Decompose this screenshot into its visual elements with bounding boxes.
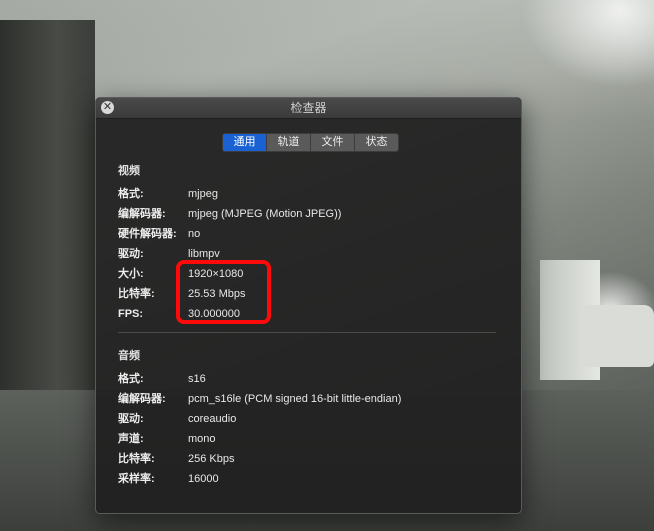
row-value: 16000 (188, 473, 219, 485)
row-value: coreaudio (188, 413, 237, 425)
row-label: 格式: (118, 373, 144, 385)
inspector-window: ✕ 检查器 通用 轨道 文件 状态 视频 格式: mjpeg 编解码器: mjp… (95, 97, 522, 514)
row-value: pcm_s16le (PCM signed 16-bit little-endi… (188, 393, 402, 405)
tab-bar: 通用 轨道 文件 状态 (222, 133, 399, 152)
row-label: 驱动: (118, 413, 144, 425)
row-label: 编解码器: (118, 393, 166, 405)
video-section-title: 视频 (118, 165, 140, 177)
tab-general[interactable]: 通用 (223, 134, 266, 151)
row-label: 比特率: (118, 453, 155, 465)
close-icon[interactable]: ✕ (101, 101, 114, 114)
tab-status[interactable]: 状态 (354, 134, 398, 151)
row-label: 驱动: (118, 248, 144, 260)
row-value: s16 (188, 373, 206, 385)
row-value: mjpeg (188, 188, 218, 200)
row-value: no (188, 228, 201, 240)
title-bar: ✕ 检查器 (96, 98, 521, 119)
row-value: 256 Kbps (188, 453, 235, 465)
row-label: 编解码器: (118, 208, 166, 220)
row-label: 硬件解码器: (118, 228, 177, 240)
highlight-annotation (176, 260, 271, 324)
parked-car (578, 305, 654, 367)
tab-tracks[interactable]: 轨道 (266, 134, 310, 151)
window-title: 检查器 (290, 101, 327, 115)
row-value: mono (188, 433, 216, 445)
row-label: 格式: (118, 188, 144, 200)
audio-section-title: 音频 (118, 350, 140, 362)
row-label: 声道: (118, 433, 144, 445)
row-label: 采样率: (118, 473, 155, 485)
row-value: mjpeg (MJPEG (Motion JPEG)) (188, 208, 342, 220)
section-divider (118, 332, 496, 333)
tab-file[interactable]: 文件 (310, 134, 354, 151)
